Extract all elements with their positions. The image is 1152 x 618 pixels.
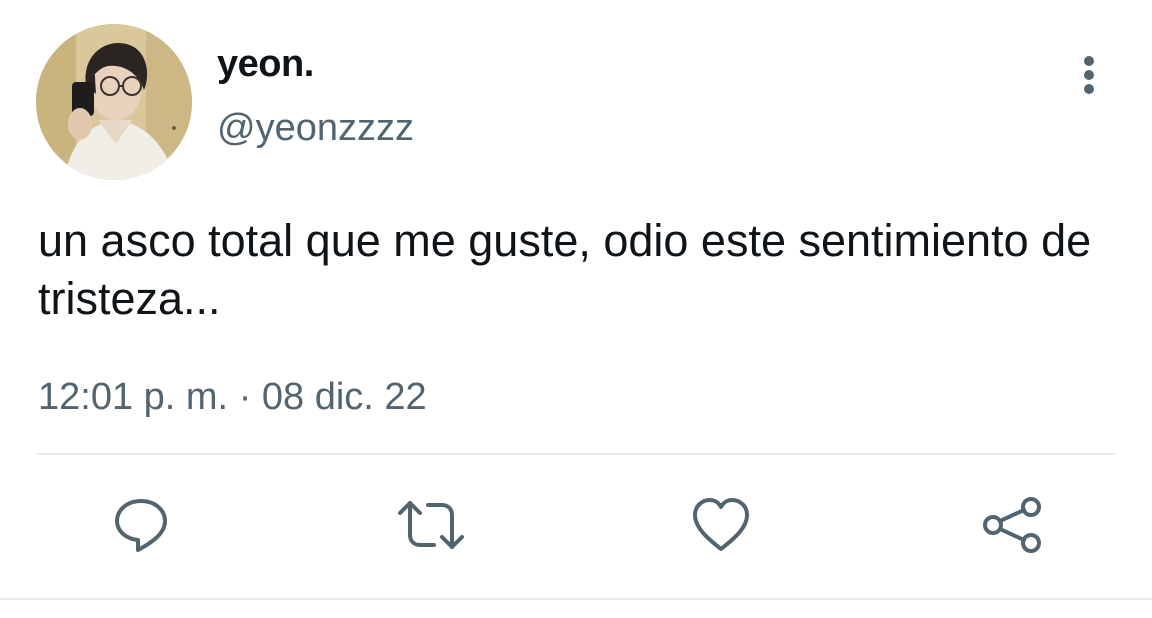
more-options-icon — [1084, 70, 1094, 80]
tweet-time: 12:01 p. m. — [38, 376, 229, 418]
avatar[interactable] — [36, 24, 192, 180]
divider — [36, 453, 1116, 455]
tweet-timestamp[interactable]: 12:01 p. m. · 08 dic. 22 — [38, 372, 427, 422]
tweet-text: un asco total que me guste, odio este se… — [38, 215, 1092, 324]
tweet-date: 08 dic. 22 — [261, 376, 427, 418]
user-handle[interactable]: @yeonzzzz — [217, 104, 414, 152]
more-options-button[interactable] — [1070, 50, 1108, 100]
share-button[interactable] — [976, 490, 1046, 560]
divider — [0, 598, 1152, 600]
retweet-icon — [398, 501, 464, 549]
heart-icon — [693, 498, 749, 551]
profile-photo-icon — [36, 24, 192, 180]
reply-button[interactable] — [106, 490, 176, 560]
like-button[interactable] — [686, 490, 756, 560]
more-options-icon — [1084, 84, 1094, 94]
speech-bubble-icon — [115, 499, 167, 552]
retweet-button[interactable] — [396, 490, 466, 560]
share-icon — [983, 497, 1041, 553]
more-options-icon — [1084, 56, 1094, 66]
timestamp-separator: · — [238, 376, 252, 418]
display-name[interactable]: yeon. — [217, 40, 314, 88]
